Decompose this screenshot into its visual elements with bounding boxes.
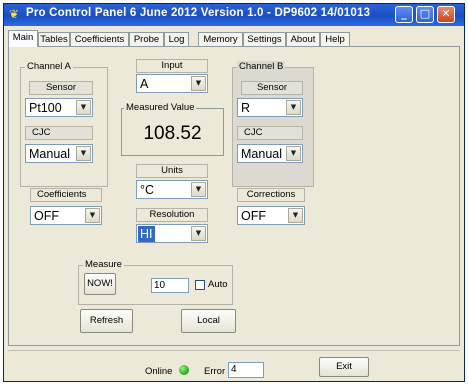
measured-value-box: Measured Value 108.52	[121, 102, 224, 156]
chevron-down-icon[interactable]: ▼	[286, 100, 301, 115]
measure-label: Measure	[83, 259, 124, 270]
coefficients-label: Coefficients	[30, 188, 102, 202]
measure-now-button[interactable]: NOW!	[84, 273, 116, 295]
channel-a-cjc-select[interactable]: Manual ▼	[25, 144, 93, 163]
input-label: Input	[136, 59, 208, 73]
tab-probe[interactable]: Probe	[129, 32, 164, 46]
measure-count-input[interactable]: 10	[151, 278, 189, 293]
error-count-field: 4	[228, 362, 264, 378]
channel-a-sensor-select[interactable]: Pt100 ▼	[25, 98, 93, 117]
tab-about[interactable]: About	[286, 32, 320, 46]
chevron-down-icon[interactable]: ▼	[191, 226, 206, 241]
channel-a-label: Channel A	[25, 61, 73, 72]
channel-b-cjc-label: CJC	[237, 126, 303, 140]
status-bar: Online Error 4 Exit	[8, 350, 460, 381]
minimize-button[interactable]: _	[395, 6, 413, 23]
chevron-down-icon[interactable]: ▼	[286, 146, 301, 161]
corrections-value: OFF	[241, 209, 266, 223]
chevron-down-icon[interactable]: ▼	[76, 100, 91, 115]
tab-coefficients[interactable]: Coefficients	[70, 32, 129, 46]
minimize-icon: _	[401, 7, 407, 20]
channel-a-group: Channel A Sensor Pt100 ▼ CJC Manual ▼	[20, 61, 108, 187]
chevron-down-icon[interactable]: ▼	[191, 76, 206, 91]
tab-settings[interactable]: Settings	[243, 32, 286, 46]
close-icon: ✕	[441, 7, 451, 20]
channel-b-sensor-value: R	[241, 101, 251, 115]
local-button[interactable]: Local	[181, 309, 236, 333]
measure-group: Measure NOW! 10 Auto	[78, 259, 233, 305]
auto-label: Auto	[208, 279, 228, 290]
auto-checkbox[interactable]	[195, 280, 205, 290]
window-title: Pro Control Panel 6 June 2012 Version 1.…	[26, 7, 371, 19]
online-label: Online	[145, 366, 173, 377]
tab-help[interactable]: Help	[320, 32, 350, 46]
tab-strip: Main Tables Coefficients Probe Log Memor…	[8, 30, 464, 47]
tab-log[interactable]: Log	[164, 32, 189, 46]
refresh-button[interactable]: Refresh	[80, 309, 133, 333]
measured-value-readout: 108.52	[143, 123, 202, 144]
main-tab-panel: Channel A Sensor Pt100 ▼ CJC Manual ▼ In…	[8, 46, 460, 346]
title-bar[interactable]: ❦ Pro Control Panel 6 June 2012 Version …	[4, 4, 464, 26]
units-select[interactable]: °C ▼	[136, 180, 208, 199]
app-window: ❦ Pro Control Panel 6 June 2012 Version …	[3, 3, 465, 382]
chevron-down-icon[interactable]: ▼	[191, 182, 206, 197]
online-indicator-icon	[179, 365, 189, 375]
app-icon: ❦	[9, 7, 20, 21]
corrections-label: Corrections	[237, 188, 305, 202]
channel-a-sensor-label: Sensor	[29, 81, 93, 95]
error-label: Error	[204, 366, 226, 377]
units-value: °C	[140, 183, 155, 197]
chevron-down-icon[interactable]: ▼	[288, 208, 303, 223]
close-button[interactable]: ✕	[437, 6, 455, 23]
measured-value-label: Measured Value	[124, 102, 197, 113]
resolution-select[interactable]: HI ▼	[136, 224, 208, 243]
channel-a-sensor-value: Pt100	[29, 101, 62, 115]
chevron-down-icon[interactable]: ▼	[85, 208, 100, 223]
channel-b-sensor-select[interactable]: R ▼	[237, 98, 303, 117]
input-value: A	[140, 77, 149, 91]
chevron-down-icon[interactable]: ▼	[76, 146, 91, 161]
units-label: Units	[136, 164, 208, 178]
maximize-button[interactable]: □	[416, 6, 434, 23]
input-select[interactable]: A ▼	[136, 74, 208, 93]
tab-main[interactable]: Main	[8, 30, 38, 47]
tab-tables[interactable]: Tables	[38, 32, 70, 46]
maximize-icon: □	[419, 7, 431, 20]
exit-button[interactable]: Exit	[319, 357, 369, 377]
corrections-select[interactable]: OFF ▼	[237, 206, 305, 225]
channel-b-group: Channel B Sensor R ▼ CJC Manual ▼	[232, 61, 314, 187]
resolution-label: Resolution	[136, 208, 208, 222]
channel-b-cjc-select[interactable]: Manual ▼	[237, 144, 303, 163]
channel-b-sensor-label: Sensor	[241, 81, 303, 95]
resolution-value: HI	[138, 226, 155, 242]
channel-a-cjc-value: Manual	[29, 147, 70, 161]
coefficients-select[interactable]: OFF ▼	[30, 206, 102, 225]
channel-a-cjc-label: CJC	[25, 126, 93, 140]
channel-b-label: Channel B	[237, 61, 286, 72]
coefficients-value: OFF	[34, 209, 59, 223]
tab-memory[interactable]: Memory	[198, 32, 243, 46]
channel-b-cjc-value: Manual	[241, 147, 282, 161]
